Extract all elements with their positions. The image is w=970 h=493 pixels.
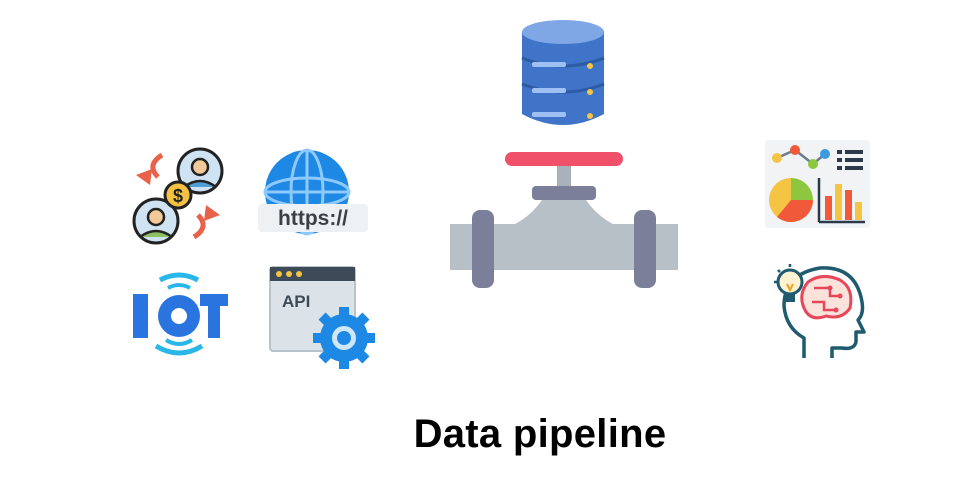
database-icon <box>521 20 605 125</box>
diagram-caption: Data pipeline <box>413 412 667 456</box>
globe-https-icon: https:// <box>258 148 368 236</box>
ai-brain-head-icon <box>774 264 866 358</box>
https-label: https:// <box>278 207 348 230</box>
iot-icon <box>133 272 228 356</box>
svg-text:$: $ <box>173 186 183 206</box>
analytics-chart-icon <box>765 140 870 228</box>
pipe-valve-icon <box>450 152 678 288</box>
api-label: API <box>282 292 310 311</box>
api-gear-icon: API <box>269 266 375 369</box>
money-exchange-icon: $ <box>132 147 224 245</box>
